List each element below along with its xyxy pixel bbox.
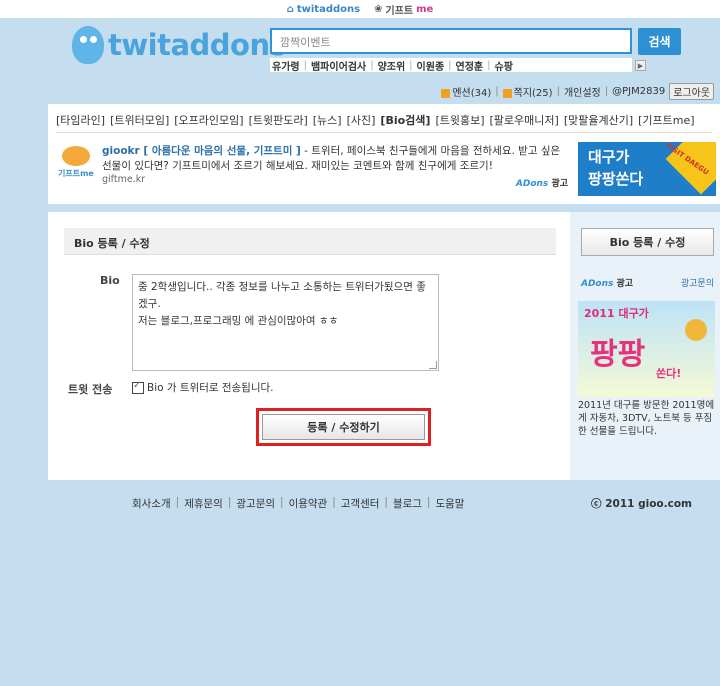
footer-link[interactable]: 회사소개 <box>132 496 171 511</box>
search-input[interactable]: 깜짝이벤트 <box>270 28 632 54</box>
logo-text: twitaddons <box>108 28 287 62</box>
footer-link[interactable]: 제휴문의 <box>184 496 223 511</box>
submit-highlight: 등록 / 수정하기 <box>256 408 431 446</box>
ad-label: ADons 광고 <box>515 179 568 189</box>
logout-button[interactable]: 로그아웃 <box>669 83 714 100</box>
nav-panel: [타임라인] [트위터모임] [오프라인모임] [트윗판도라] [뉴스] [사진… <box>48 104 720 204</box>
bio-text: 중 2학생입니다.. 각종 정보를 나누고 소통하는 트위터가됬으면 좋겠구. … <box>138 281 426 327</box>
menu-item-meetups[interactable]: [트위터모임] <box>110 112 169 128</box>
section-title: Bio 등록 / 수정 <box>64 228 556 255</box>
bio-label: Bio <box>100 274 120 287</box>
trending-item[interactable]: 이원종 <box>417 58 445 73</box>
checkbox-label: Bio 가 트위터로 전송됩니다. <box>147 382 274 394</box>
tweet-checkbox[interactable] <box>132 380 144 394</box>
sidebar-ad-header: ADons 광고 광고문의 <box>581 276 714 289</box>
settings-link[interactable]: 개인설정 <box>564 84 601 99</box>
bird-mascot-icon <box>72 26 104 64</box>
top-links: ⌂ twitaddons ❀ 기프트 me <box>0 0 720 18</box>
text-ad[interactable]: 기프트me giookr [ 아름다운 마음의 선물, 기프트미 ] - 트위터… <box>58 144 568 189</box>
menu-item-timeline[interactable]: [타임라인] <box>56 112 105 128</box>
menu-item-offline[interactable]: [오프라인모임] <box>174 112 243 128</box>
footer-link[interactable]: 고객센터 <box>341 496 380 511</box>
search-button[interactable]: 검색 <box>638 28 681 55</box>
ad-inquiry-link[interactable]: 광고문의 <box>681 276 714 289</box>
mail-icon <box>502 88 512 98</box>
bio-form-panel: Bio 등록 / 수정 Bio 중 2학생입니다.. 각종 정보를 나누고 소통… <box>48 212 570 480</box>
gift-icon: ❀ <box>374 3 383 15</box>
tweet-label: 트윗 전송 <box>68 383 113 396</box>
username[interactable]: @PJM2839 <box>612 86 665 97</box>
character-icon <box>685 319 707 341</box>
menu-item-photos[interactable]: [사진] <box>347 112 376 128</box>
copyright: ⓒ 2011 gioo.com <box>591 498 692 510</box>
twitaddons-link[interactable]: ⌂ twitaddons <box>287 4 360 15</box>
menu-item-follow-manager[interactable]: [팔로우매니저] <box>490 112 559 128</box>
giftme-link[interactable]: ❀ 기프트 me <box>374 2 433 17</box>
footer-link[interactable]: 블로그 <box>393 496 422 511</box>
divider <box>56 132 712 133</box>
site-logo[interactable]: twitaddons <box>72 26 287 64</box>
menu-item-bio-search[interactable]: [Bio검색] <box>380 112 430 128</box>
trending-item[interactable]: 유가령 <box>272 58 300 73</box>
menu-item-giftme[interactable]: [기프트me] <box>638 112 694 128</box>
menu-item-pandora[interactable]: [트윗판도라] <box>249 112 308 128</box>
ad-text: giookr [ 아름다운 마음의 선물, 기프트미 ] - 트위터, 페이스북… <box>102 145 561 172</box>
trending-list: 유가령 | 뱀파이어검사 | 양조위 | 이원종 | 연정훈 | 슈팡 <box>270 58 632 73</box>
trending-item[interactable]: 슈팡 <box>495 58 513 73</box>
menu-item-follow-ratio[interactable]: [맞팔율계산기] <box>564 112 633 128</box>
submit-button[interactable]: 등록 / 수정하기 <box>262 414 425 440</box>
footer-link[interactable]: 도움말 <box>435 496 464 511</box>
trending-item[interactable]: 뱀파이어검사 <box>311 58 366 73</box>
daegu-banner[interactable]: VISIT DAEGU 대구가 팡팡쏜다 <box>578 142 716 196</box>
house-icon: ⌂ <box>286 3 294 15</box>
notes-link[interactable]: 쪽지(25) <box>502 84 553 99</box>
sidebar-ad-text[interactable]: 2011년 대구를 방문한 2011명에게 자동차, 3DTV, 노트북 등 푸… <box>578 399 716 438</box>
giftme-logo: 기프트me <box>58 144 94 180</box>
mentions-link[interactable]: 멘션(34) <box>441 84 491 99</box>
main-menu: [타임라인] [트위터모임] [오프라인모임] [트윗판도라] [뉴스] [사진… <box>56 112 695 128</box>
footer-link[interactable]: 광고문의 <box>236 496 275 511</box>
footer-links: 회사소개 | 제휴문의 | 광고문의 | 이용약관 | 고객센터 | 블로그 | 도움말 <box>132 496 465 511</box>
mention-icon <box>441 88 451 98</box>
trending-item[interactable]: 양조위 <box>378 58 406 73</box>
bio-textarea[interactable]: 중 2학생입니다.. 각종 정보를 나누고 소통하는 트위터가됬으면 좋겠구. … <box>132 274 439 371</box>
bio-register-button[interactable]: Bio 등록 / 수정 <box>581 228 714 256</box>
trending-item[interactable]: 연정훈 <box>456 58 484 73</box>
sidebar-banner[interactable]: 2011 대구가 팡팡 쏜다! <box>578 301 715 397</box>
sidebar: Bio 등록 / 수정 ADons 광고 광고문의 2011 대구가 팡팡 쏜다… <box>570 212 720 480</box>
user-bar: 멘션(34) | 쪽지(25) | 개인설정 | @PJM2839 로그아웃 <box>441 83 714 100</box>
ad-url[interactable]: giftme.kr <box>102 174 145 185</box>
footer-link[interactable]: 이용약관 <box>289 496 328 511</box>
play-arrow-icon[interactable]: ▶ <box>635 60 646 71</box>
menu-item-news[interactable]: [뉴스] <box>313 112 342 128</box>
tweet-checkbox-row: Bio 가 트위터로 전송됩니다. <box>132 380 274 395</box>
menu-item-promo[interactable]: [트윗홍보] <box>435 112 484 128</box>
resize-handle[interactable] <box>429 361 437 369</box>
